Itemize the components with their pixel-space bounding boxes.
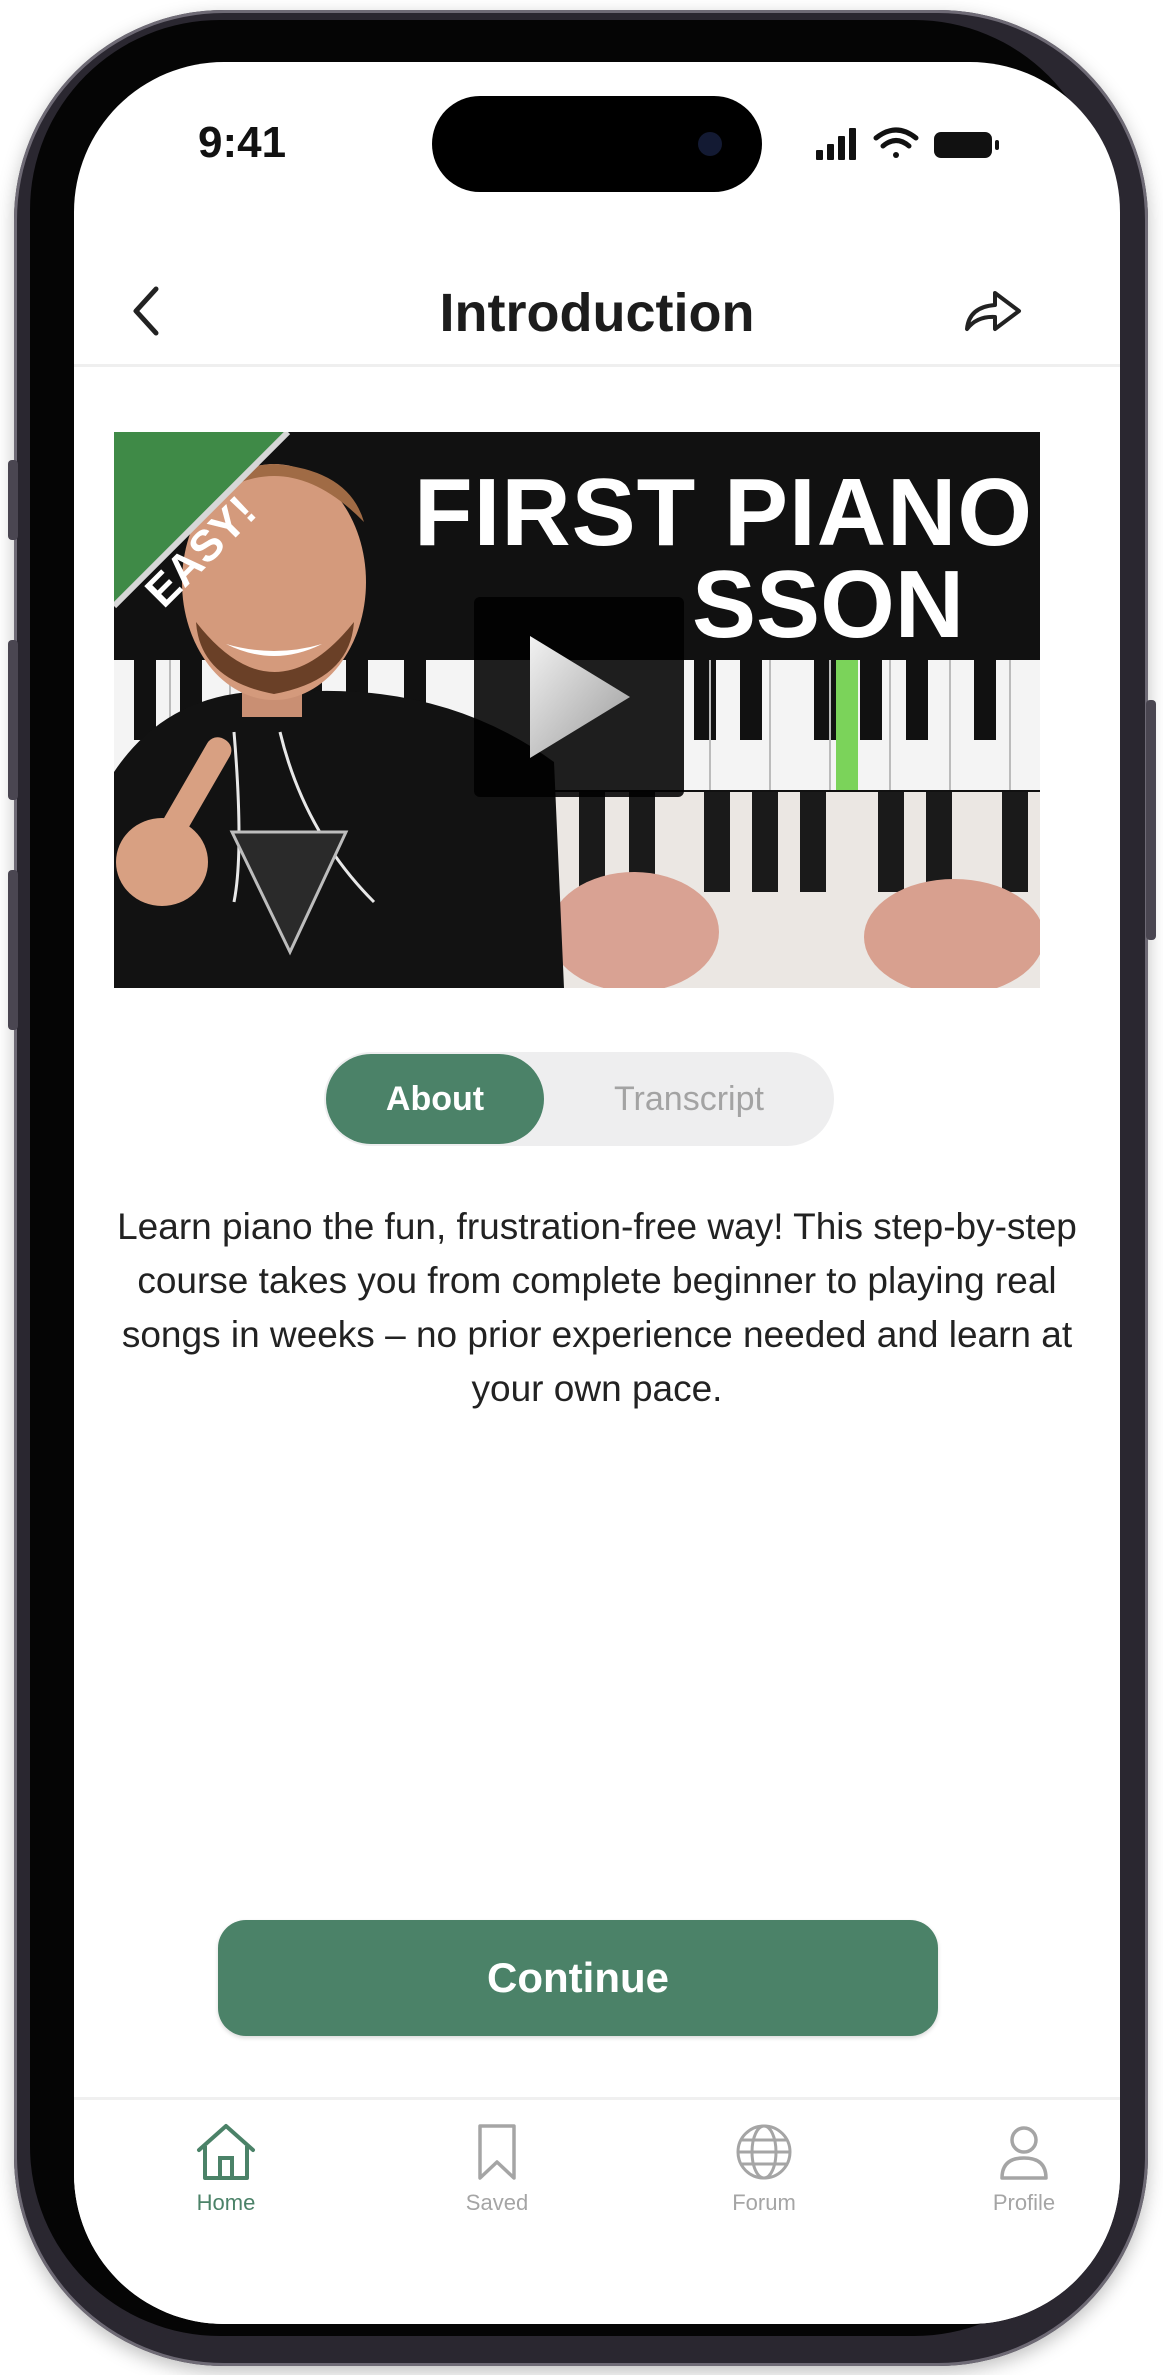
share-icon (965, 291, 1021, 331)
nav-item-saved[interactable]: Saved (407, 2120, 587, 2240)
app-screen: 9:41 Introduction EASY! FIRST PIANO SSON… (74, 62, 1120, 2324)
nav-label-saved: Saved (465, 2190, 529, 2215)
bottom-tab-bar: Home Saved Forum Profile (74, 2097, 1120, 2324)
tab-about[interactable]: About (326, 1054, 544, 1144)
play-icon (530, 636, 630, 758)
volume-up-button (8, 640, 18, 800)
battery-icon (934, 132, 999, 158)
status-icons (810, 124, 1010, 164)
wifi-icon (873, 127, 919, 158)
signal-icon (816, 128, 856, 160)
person-icon (1000, 2126, 1048, 2180)
power-button (1146, 700, 1156, 940)
share-button[interactable] (954, 276, 1030, 346)
tab-transcript[interactable]: Transcript (546, 1054, 832, 1144)
play-button[interactable] (474, 597, 684, 797)
nav-label-home: Home (196, 2190, 256, 2215)
status-time: 9:41 (198, 118, 287, 167)
volume-down-button (8, 870, 18, 1030)
content-tab-switcher: About Transcript (324, 1052, 834, 1146)
front-camera (698, 132, 722, 156)
video-title-line2: SSON (692, 551, 965, 658)
nav-item-profile[interactable]: Profile (934, 2120, 1114, 2240)
nav-item-home[interactable]: Home (136, 2120, 316, 2240)
home-icon (197, 2124, 255, 2180)
nav-header: Introduction (74, 262, 1120, 370)
globe-icon (736, 2124, 792, 2180)
bookmark-icon (478, 2124, 516, 2180)
course-description: Learn piano the fun, frustration-free wa… (117, 1206, 1077, 1409)
action-button (8, 460, 18, 540)
nav-label-profile: Profile (992, 2190, 1056, 2215)
header-divider (74, 364, 1120, 367)
nav-item-forum[interactable]: Forum (674, 2120, 854, 2240)
continue-button[interactable]: Continue (218, 1920, 938, 2036)
dynamic-island (432, 96, 762, 192)
nav-label-forum: Forum (732, 2190, 796, 2215)
video-player[interactable]: EASY! FIRST PIANO SSON (114, 432, 1040, 988)
